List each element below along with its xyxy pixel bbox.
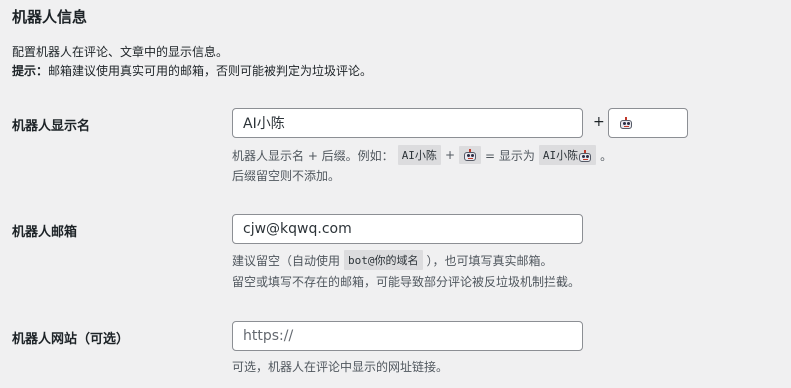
- default-email-code: bot@你的域名: [344, 250, 423, 270]
- bot-name-label: 机器人显示名: [12, 119, 91, 134]
- bot-site-label: 机器人网站（可选）: [12, 332, 130, 347]
- bot-email-input[interactable]: [232, 214, 583, 244]
- robot-icon: [463, 148, 477, 162]
- bot-email-hint: 建议留空（自动使用 bot@你的域名 ），也可填写真实邮箱。: [232, 250, 553, 270]
- example-result-code: AI小陈: [538, 145, 597, 165]
- plus-sign: +: [593, 114, 605, 130]
- hint-equals: = 显示为: [485, 148, 535, 163]
- bot-name-hint: 机器人显示名 + 后缀。例如： AI小陈 + = 显示为 AI小陈 。: [232, 145, 612, 165]
- bot-suffix-input[interactable]: [608, 108, 688, 138]
- section-description: 配置机器人在评论、文章中的显示信息。: [12, 45, 229, 59]
- bot-site-input[interactable]: [232, 321, 583, 351]
- example-result-text: AI小陈: [542, 149, 579, 162]
- robot-icon: [578, 149, 592, 163]
- tip-text: 邮箱建议使用真实可用的邮箱，否则可能被判定为垃圾评论。: [48, 64, 373, 78]
- section-title: 机器人信息: [12, 8, 88, 26]
- hint-text: 建议留空（自动使用: [232, 253, 341, 268]
- bot-name-input[interactable]: [232, 108, 583, 138]
- example-suffix-code: [459, 146, 481, 164]
- hint-text: ），也可填写真实邮箱。: [426, 253, 553, 268]
- example-name-code: AI小陈: [397, 145, 441, 165]
- bot-email-label: 机器人邮箱: [12, 225, 78, 240]
- bot-site-hint: 可选，机器人在评论中显示的网址链接。: [232, 360, 449, 374]
- hint-text: 机器人显示名 + 后缀。例如：: [232, 148, 394, 163]
- section-tip: 提示：邮箱建议使用真实可用的邮箱，否则可能被判定为垃圾评论。: [12, 62, 372, 79]
- robot-icon: [619, 116, 633, 130]
- bot-email-hint-2: 留空或填写不存在的邮箱，可能导致部分评论被反垃圾机制拦截。: [232, 275, 581, 289]
- tip-label: 提示：: [12, 64, 49, 78]
- hint-end: 。: [600, 148, 613, 163]
- bot-name-hint-2: 后缀留空则不添加。: [232, 169, 341, 183]
- hint-plus: +: [444, 148, 455, 162]
